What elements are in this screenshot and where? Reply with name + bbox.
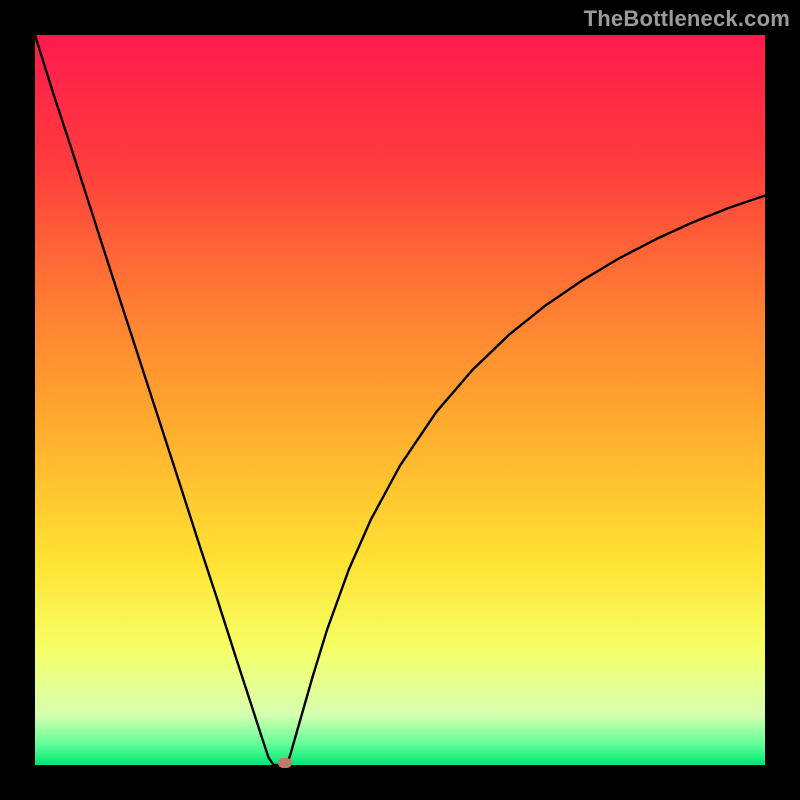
optimal-marker (278, 758, 292, 768)
bottleneck-curve (35, 35, 765, 765)
watermark-text: TheBottleneck.com (584, 6, 790, 32)
plot-area (35, 35, 765, 765)
chart-frame: TheBottleneck.com (0, 0, 800, 800)
